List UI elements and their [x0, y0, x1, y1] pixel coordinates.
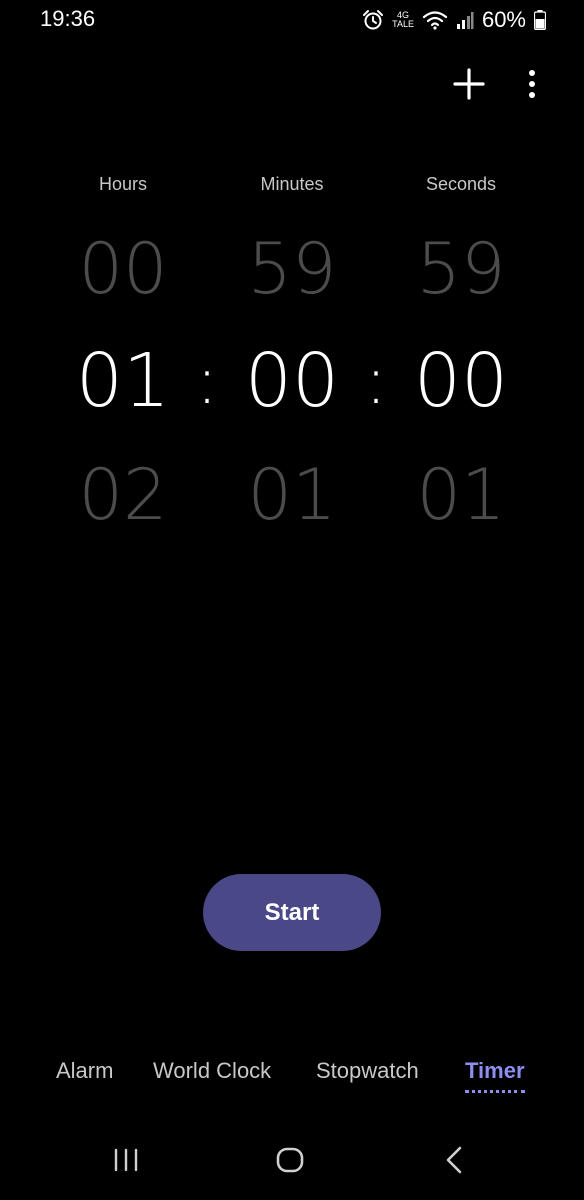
battery-icon: [534, 10, 546, 30]
tab-stopwatch[interactable]: Stopwatch: [316, 1058, 419, 1084]
tab-world-clock[interactable]: World Clock: [153, 1058, 271, 1084]
back-button[interactable]: [424, 1140, 484, 1180]
minutes-picker[interactable]: 59 00 01: [207, 228, 377, 538]
seconds-next-value[interactable]: 01: [376, 460, 546, 530]
tab-timer-label: Timer: [465, 1058, 525, 1083]
seconds-label: Seconds: [425, 174, 497, 194]
hours-label: Hours: [98, 174, 147, 194]
add-preset-button[interactable]: [449, 64, 489, 104]
minutes-current-value[interactable]: 00: [207, 344, 377, 418]
hours-prev-value[interactable]: 00: [38, 234, 208, 304]
status-bar: 19:36 4G TALE 60%: [0, 0, 584, 40]
hours-current-value[interactable]: 01: [38, 344, 208, 418]
signal-icon: [456, 10, 474, 30]
seconds-current-value[interactable]: 00: [376, 344, 546, 418]
more-options-button[interactable]: [516, 64, 548, 104]
bottom-tab-bar: Alarm World Clock Stopwatch Timer: [0, 1058, 584, 1098]
hours-next-value[interactable]: 02: [38, 460, 208, 530]
wifi-icon: [422, 9, 448, 31]
start-button[interactable]: Start: [203, 874, 381, 951]
recent-apps-icon: [96, 1148, 156, 1184]
alarm-icon: [362, 9, 384, 31]
home-icon: [260, 1147, 320, 1184]
tab-timer[interactable]: Timer: [465, 1058, 525, 1093]
timer-screen: 19:36 4G TALE 60% Hours Minutes Seconds …: [0, 0, 584, 1200]
plus-icon: [449, 68, 489, 108]
active-tab-indicator: [465, 1090, 525, 1093]
recent-apps-button[interactable]: [96, 1140, 156, 1180]
status-time: 19:36: [40, 6, 96, 31]
minutes-next-value[interactable]: 01: [207, 460, 377, 530]
tab-alarm[interactable]: Alarm: [56, 1058, 113, 1084]
back-icon: [424, 1146, 484, 1184]
seconds-picker[interactable]: 59 00 01: [376, 228, 546, 538]
hours-picker[interactable]: 00 01 02: [38, 228, 208, 538]
status-icons: 4G TALE 60%: [362, 6, 546, 34]
seconds-prev-value[interactable]: 59: [376, 234, 546, 304]
minutes-label: Minutes: [260, 174, 324, 194]
battery-percent: 60%: [481, 7, 526, 32]
more-vertical-icon: [516, 70, 548, 108]
minutes-prev-value[interactable]: 59: [207, 234, 377, 304]
network-type-bottom: TALE: [392, 19, 414, 29]
network-type: 4G TALE: [392, 11, 414, 29]
home-button[interactable]: [260, 1140, 320, 1180]
